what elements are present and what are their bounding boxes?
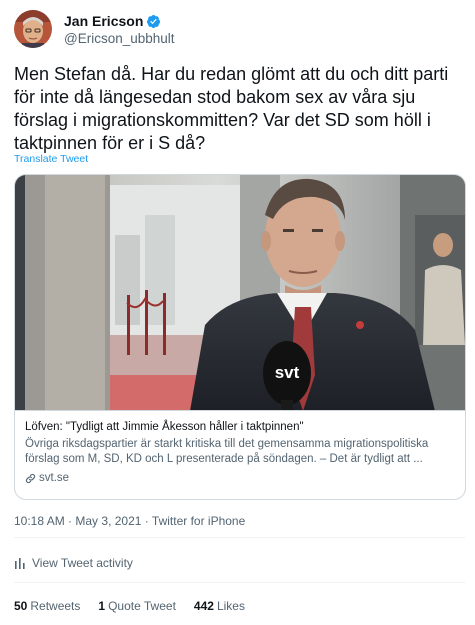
user-handle[interactable]: @Ericson_ubbhult [64, 31, 175, 46]
translate-tweet-link[interactable]: Translate Tweet [14, 153, 88, 165]
svt-logo: svt [275, 363, 300, 382]
retweets-label: Retweets [30, 599, 81, 613]
retweets-stat[interactable]: 50 Retweets [14, 599, 80, 613]
divider [14, 537, 465, 538]
likes-count: 442 [193, 599, 214, 613]
quote-tweets-count: 1 [98, 599, 106, 613]
tweet-header: Jan Ericson @Ericson_ubbhult [14, 10, 454, 50]
display-name[interactable]: Jan Ericson [64, 13, 143, 29]
view-tweet-activity-link[interactable]: View Tweet activity [14, 556, 133, 570]
tweet-meta: 10:18 AM · May 3, 2021 · Twitter for iPh… [14, 514, 245, 528]
link-icon [25, 473, 36, 484]
tweet-time[interactable]: 10:18 AM [14, 514, 65, 528]
meta-separator: · [144, 514, 152, 528]
tweet: Jan Ericson @Ericson_ubbhult Men Stefan … [0, 0, 475, 625]
card-description: Övriga riksdagspartier är starkt kritisk… [25, 438, 429, 465]
verified-badge-icon [146, 14, 161, 29]
quote-tweets-stat[interactable]: 1 Quote Tweet [98, 599, 176, 613]
card-title: Löfven: "Tydligt att Jimmie Åkesson håll… [25, 421, 304, 433]
tweet-source[interactable]: Twitter for iPhone [152, 514, 245, 528]
avatar-image [14, 10, 52, 48]
card-domain: svt.se [25, 471, 457, 486]
retweets-count: 50 [14, 599, 28, 613]
card-domain-text: svt.se [39, 472, 70, 484]
likes-stat[interactable]: 442 Likes [194, 599, 245, 613]
tweet-text: Men Stefan då. Har du redan glömt att du… [14, 64, 454, 153]
avatar[interactable] [14, 10, 52, 48]
card-image: svt [15, 175, 465, 411]
link-card[interactable]: svt Löfven: "Tydligt att Jimmie Åkesson … [14, 174, 466, 500]
bar-chart-icon [14, 557, 26, 569]
card-info: Löfven: "Tydligt att Jimmie Åkesson håll… [25, 420, 457, 486]
tweet-date[interactable]: May 3, 2021 [75, 514, 141, 528]
activity-label: View Tweet activity [32, 556, 133, 570]
tweet-stats: 50 Retweets 1 Quote Tweet 442 Likes [14, 599, 263, 613]
quote-tweets-label: Quote Tweet [108, 599, 176, 613]
likes-label: Likes [216, 599, 245, 613]
name-row: Jan Ericson [64, 13, 161, 29]
divider [14, 582, 465, 583]
